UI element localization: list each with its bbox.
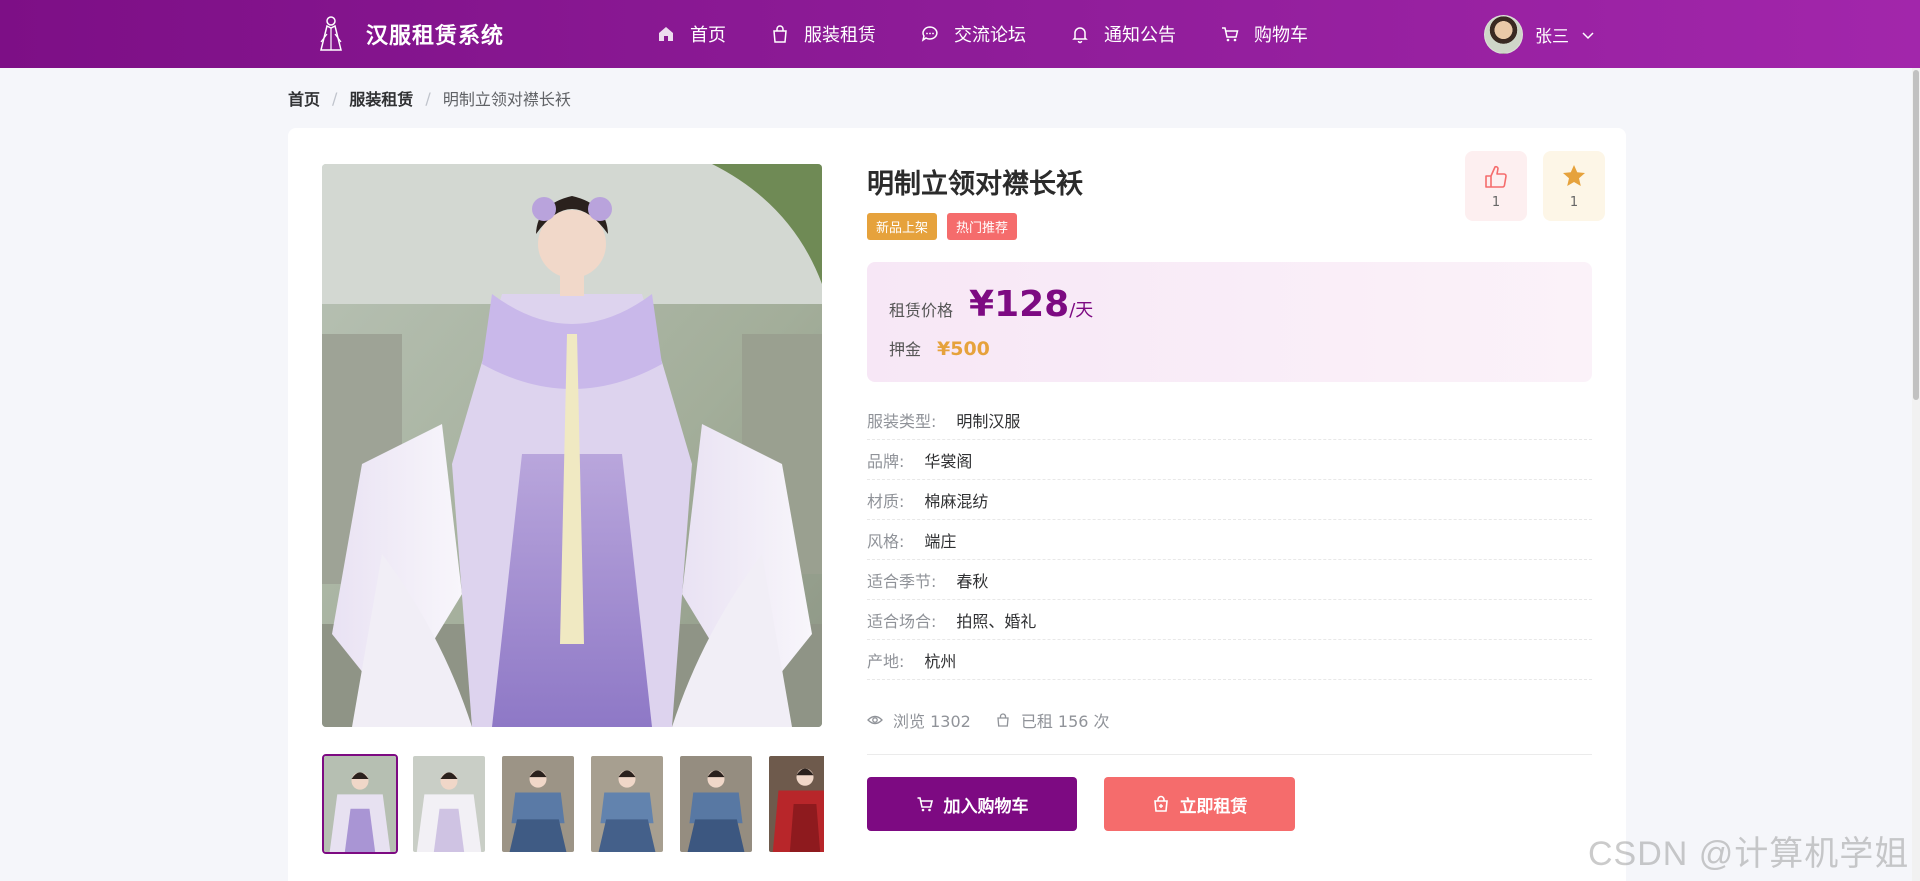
product-stats: 浏览 1302 已租 156 次 — [867, 708, 1134, 732]
eye-icon — [867, 715, 883, 725]
view-count: 浏览 1302 — [867, 708, 971, 732]
cart-icon — [1222, 27, 1239, 42]
spec-row-brand: 品牌: 华裳阁 — [867, 440, 1592, 480]
spec-label: 适合季节: — [867, 571, 937, 591]
star-icon — [1563, 164, 1585, 186]
like-button[interactable]: 1 — [1465, 151, 1527, 221]
price-panel: 租赁价格 ¥128 /天 押金 ¥500 — [867, 262, 1592, 382]
brand-name: 汉服租赁系统 — [366, 24, 505, 49]
rent-count-text: 已租 156 次 — [1020, 712, 1110, 731]
spec-label: 品牌: — [867, 451, 905, 471]
thumbnail[interactable] — [500, 754, 576, 854]
divider — [867, 754, 1592, 755]
avatar[interactable] — [1484, 15, 1523, 54]
deposit-value: ¥500 — [937, 338, 990, 360]
thumbnail[interactable] — [678, 754, 754, 854]
user-menu[interactable]: 张三 — [1484, 15, 1595, 54]
spec-value: 端庄 — [924, 531, 957, 551]
thumbnail[interactable] — [589, 754, 665, 854]
watermark: CSDN @计算机学姐 — [1588, 835, 1910, 873]
spec-label: 适合场合: — [867, 611, 937, 631]
breadcrumb-separator: / — [425, 88, 431, 108]
nav-item-notice[interactable]: 通知公告 — [1070, 21, 1176, 47]
rental-price-value: ¥128 — [969, 284, 1070, 325]
main-nav: 首页 服装租赁 交流论坛 通知公告 购物车 — [656, 0, 1352, 68]
spec-list: 服装类型: 明制汉服 品牌: 华裳阁 材质: 棉麻混纺 风格: 端庄 适合季节:… — [867, 400, 1592, 680]
spec-row-origin: 产地: 杭州 — [867, 640, 1592, 680]
favorite-count: 1 — [1569, 194, 1579, 210]
rent-now-button[interactable]: 立即租赁 — [1104, 777, 1295, 831]
rental-price-unit: /天 — [1069, 300, 1094, 321]
breadcrumb-separator: / — [332, 88, 338, 108]
product-detail-card: 明制立领对襟长袄 新品上架 热门推荐 1 1 租赁价格 ¥128 /天 押金 ¥… — [288, 128, 1626, 881]
product-main-image[interactable] — [322, 164, 822, 727]
deposit-label: 押金 — [889, 340, 922, 359]
deposit-row: 押金 ¥500 — [889, 336, 990, 360]
spec-row-season: 适合季节: 春秋 — [867, 560, 1592, 600]
spec-row-occasion: 适合场合: 拍照、婚礼 — [867, 600, 1592, 640]
spec-value: 华裳阁 — [924, 451, 973, 471]
nav-item-label: 购物车 — [1254, 25, 1308, 46]
spec-value: 棉麻混纺 — [924, 491, 989, 511]
nav-item-rental[interactable]: 服装租赁 — [770, 21, 876, 47]
brand-logo[interactable]: 汉服租赁系统 — [316, 14, 504, 54]
scrollbar-thumb[interactable] — [1913, 70, 1919, 400]
rent-now-label: 立即租赁 — [1179, 796, 1248, 817]
nav-item-cart[interactable]: 购物车 — [1220, 21, 1308, 47]
favorite-button[interactable]: 1 — [1543, 151, 1605, 221]
nav-item-label: 交流论坛 — [954, 25, 1026, 46]
like-count: 1 — [1491, 194, 1501, 210]
thumbnail-strip — [322, 754, 824, 854]
spec-label: 产地: — [867, 651, 905, 671]
thumbnail[interactable] — [411, 754, 487, 854]
spec-value: 明制汉服 — [956, 411, 1021, 431]
thumb-up-icon — [1485, 165, 1507, 188]
chat-icon — [921, 26, 938, 42]
rent-count: 已租 156 次 — [995, 708, 1110, 732]
thumbnail[interactable] — [767, 754, 824, 854]
spec-row-style: 风格: 端庄 — [867, 520, 1592, 560]
product-tags: 新品上架 热门推荐 — [867, 213, 1027, 240]
nav-item-forum[interactable]: 交流论坛 — [920, 21, 1026, 47]
spec-value: 春秋 — [956, 571, 989, 591]
nav-item-label: 通知公告 — [1104, 25, 1176, 46]
spec-label: 服装类型: — [867, 411, 937, 431]
product-title: 明制立领对襟长袄 — [867, 169, 1083, 200]
shopping-bag-icon — [1153, 795, 1168, 812]
top-navbar: 汉服租赁系统 首页 服装租赁 交流论坛 通知公告 购物车 张三 — [0, 0, 1920, 68]
nav-item-label: 服装租赁 — [804, 25, 876, 46]
spec-row-material: 材质: 棉麻混纺 — [867, 480, 1592, 520]
spec-row-type: 服装类型: 明制汉服 — [867, 400, 1592, 440]
add-to-cart-button[interactable]: 加入购物车 — [867, 777, 1077, 831]
thumbnail[interactable] — [322, 754, 398, 854]
user-name: 张三 — [1535, 27, 1569, 47]
tag-new-arrival: 新品上架 — [867, 213, 938, 240]
home-icon — [659, 27, 673, 41]
tag-hot: 热门推荐 — [947, 213, 1018, 240]
view-count-text: 浏览 1302 — [893, 712, 971, 731]
spec-label: 材质: — [867, 491, 905, 511]
spec-label: 风格: — [867, 531, 905, 551]
bag-icon — [997, 713, 1009, 727]
breadcrumb-current: 明制立领对襟长袄 — [442, 90, 571, 109]
nav-item-label: 首页 — [690, 25, 726, 46]
chevron-down-icon — [1582, 31, 1594, 39]
breadcrumb-home[interactable]: 首页 — [288, 86, 320, 110]
breadcrumb-category[interactable]: 服装租赁 — [349, 86, 413, 110]
shopping-bag-icon — [773, 25, 787, 43]
rental-price-label: 租赁价格 — [889, 301, 954, 320]
cart-icon — [917, 797, 933, 812]
spec-value: 拍照、婚礼 — [956, 611, 1037, 631]
add-to-cart-label: 加入购物车 — [943, 796, 1029, 817]
bell-icon — [1072, 27, 1088, 44]
breadcrumb: 首页 / 服装租赁 / 明制立领对襟长袄 — [288, 86, 571, 110]
nav-item-home[interactable]: 首页 — [656, 21, 726, 47]
hanfu-logo-icon — [316, 14, 346, 54]
rental-price-row: 租赁价格 ¥128 /天 — [889, 284, 1093, 325]
spec-value: 杭州 — [924, 651, 957, 671]
